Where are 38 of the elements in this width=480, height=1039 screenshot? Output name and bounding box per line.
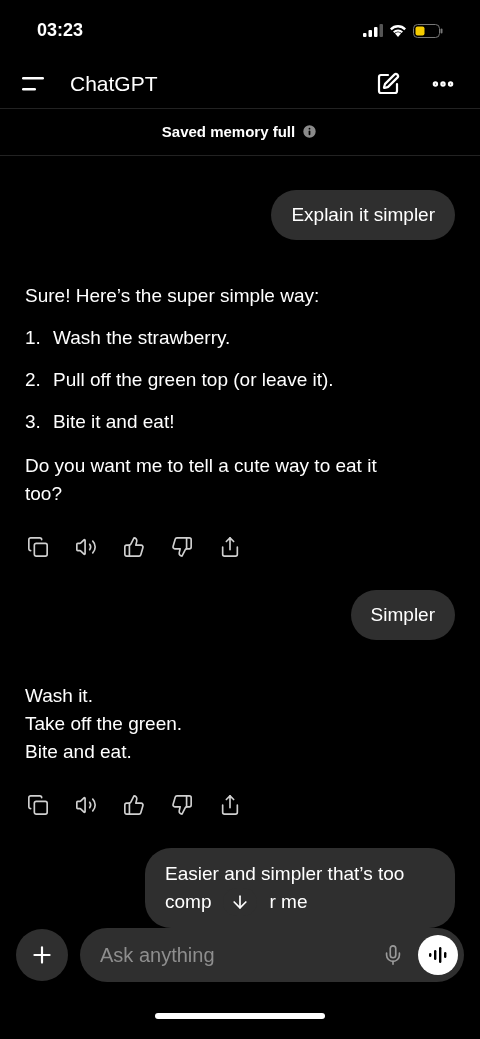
message-input-field[interactable]: Ask anything [80, 927, 464, 982]
copy-icon[interactable] [27, 793, 49, 816]
copy-icon[interactable] [27, 535, 49, 558]
message-text: Do you want me to tell a cute way to eat it too? [25, 453, 378, 506]
list-item-text: Wash the strawberry. [53, 325, 231, 350]
message-fragment: comp [165, 889, 212, 914]
signal-icon [363, 24, 383, 38]
list-number: 1. [25, 325, 42, 350]
message-line: Easier and simpler that’s too [165, 861, 406, 886]
waveform-icon [428, 946, 448, 963]
user-message-bubble: Explain it simpler [271, 189, 455, 240]
list-number: 3. [25, 409, 42, 434]
list-number: 2. [25, 367, 42, 392]
user-message-bubble: Simpler [350, 589, 455, 640]
new-chat-icon[interactable] [376, 72, 400, 97]
share-icon[interactable] [219, 793, 241, 816]
app-title: ChatGPT [70, 71, 158, 98]
message-input[interactable]: Ask anything [100, 939, 382, 970]
menu-icon[interactable] [22, 77, 46, 92]
voice-mode-button[interactable] [418, 934, 458, 975]
thumbs-up-icon[interactable] [123, 535, 145, 558]
share-icon[interactable] [219, 535, 241, 558]
message-line: Take off the green. [25, 711, 184, 736]
list-item-text: Bite it and eat! [53, 409, 175, 434]
message-text: Sure! Here’s the super simple way: [25, 283, 321, 308]
message-fragment: r me [269, 889, 308, 914]
memory-banner-text: Saved memory full [161, 121, 296, 142]
thumbs-down-icon[interactable] [171, 793, 193, 816]
wifi-icon [389, 24, 407, 38]
info-icon[interactable] [301, 123, 319, 141]
battery-icon [413, 23, 443, 38]
add-button[interactable] [16, 928, 68, 981]
thumbs-up-icon[interactable] [123, 793, 145, 816]
status-time: 03:23 [37, 19, 84, 43]
thumbs-down-icon[interactable] [171, 535, 193, 558]
message-line: Bite and eat. [25, 739, 133, 764]
message-line: Wash it. [25, 683, 94, 708]
list-item-text: Pull off the green top (or leave it). [53, 367, 334, 392]
